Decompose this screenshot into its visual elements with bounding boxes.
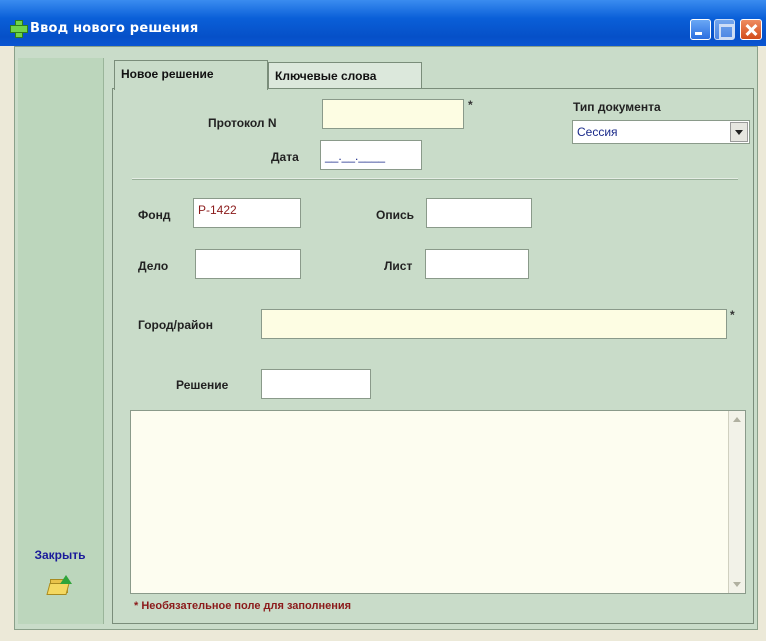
tab-keywords[interactable]: Ключевые слова: [268, 62, 422, 88]
delo-input[interactable]: [195, 249, 301, 279]
decision-input[interactable]: [261, 369, 371, 399]
sidebar: [18, 58, 104, 624]
list-input[interactable]: [425, 249, 529, 279]
chevron-down-icon[interactable]: [730, 122, 748, 142]
list-label: Лист: [384, 259, 413, 273]
tab-new-decision[interactable]: Новое решение: [114, 60, 268, 90]
city-label: Город/район: [138, 318, 213, 332]
doc-type-value: Сессия: [577, 125, 618, 139]
add-icon: [10, 20, 28, 38]
city-input[interactable]: [261, 309, 727, 339]
date-input[interactable]: __.__.____: [320, 140, 422, 170]
folder-exit-icon[interactable]: [46, 575, 72, 597]
scroll-down-icon[interactable]: [733, 582, 741, 587]
optional-field-note: * Необязательное поле для заполнения: [134, 600, 352, 612]
protocol-required-mark: *: [468, 98, 473, 112]
close-link[interactable]: Закрыть: [22, 548, 98, 562]
fond-label: Фонд: [138, 208, 171, 222]
decision-label: Решение: [176, 378, 229, 392]
protocol-label: Протокол N: [208, 116, 277, 130]
opis-input[interactable]: [426, 198, 532, 228]
protocol-input[interactable]: [322, 99, 464, 129]
minimize-button[interactable]: [690, 19, 711, 40]
separator: [132, 178, 738, 180]
vertical-scrollbar[interactable]: [728, 411, 745, 593]
close-window-button[interactable]: [740, 19, 762, 40]
decision-text-area[interactable]: [130, 410, 746, 594]
city-required-mark: *: [730, 308, 735, 322]
delo-label: Дело: [138, 259, 169, 273]
title-bar[interactable]: Ввод нового решения: [0, 0, 766, 46]
doc-type-label: Тип документа: [573, 100, 661, 114]
maximize-button[interactable]: [714, 19, 735, 40]
doc-type-select[interactable]: Сессия: [572, 120, 750, 144]
dialog-window: Ввод нового решения Закрыть Новое решени…: [0, 0, 766, 641]
opis-label: Опись: [376, 208, 415, 222]
date-label: Дата: [271, 150, 299, 164]
scroll-up-icon[interactable]: [733, 417, 741, 422]
window-title: Ввод нового решения: [30, 21, 199, 36]
fond-input[interactable]: Р-1422: [193, 198, 301, 228]
